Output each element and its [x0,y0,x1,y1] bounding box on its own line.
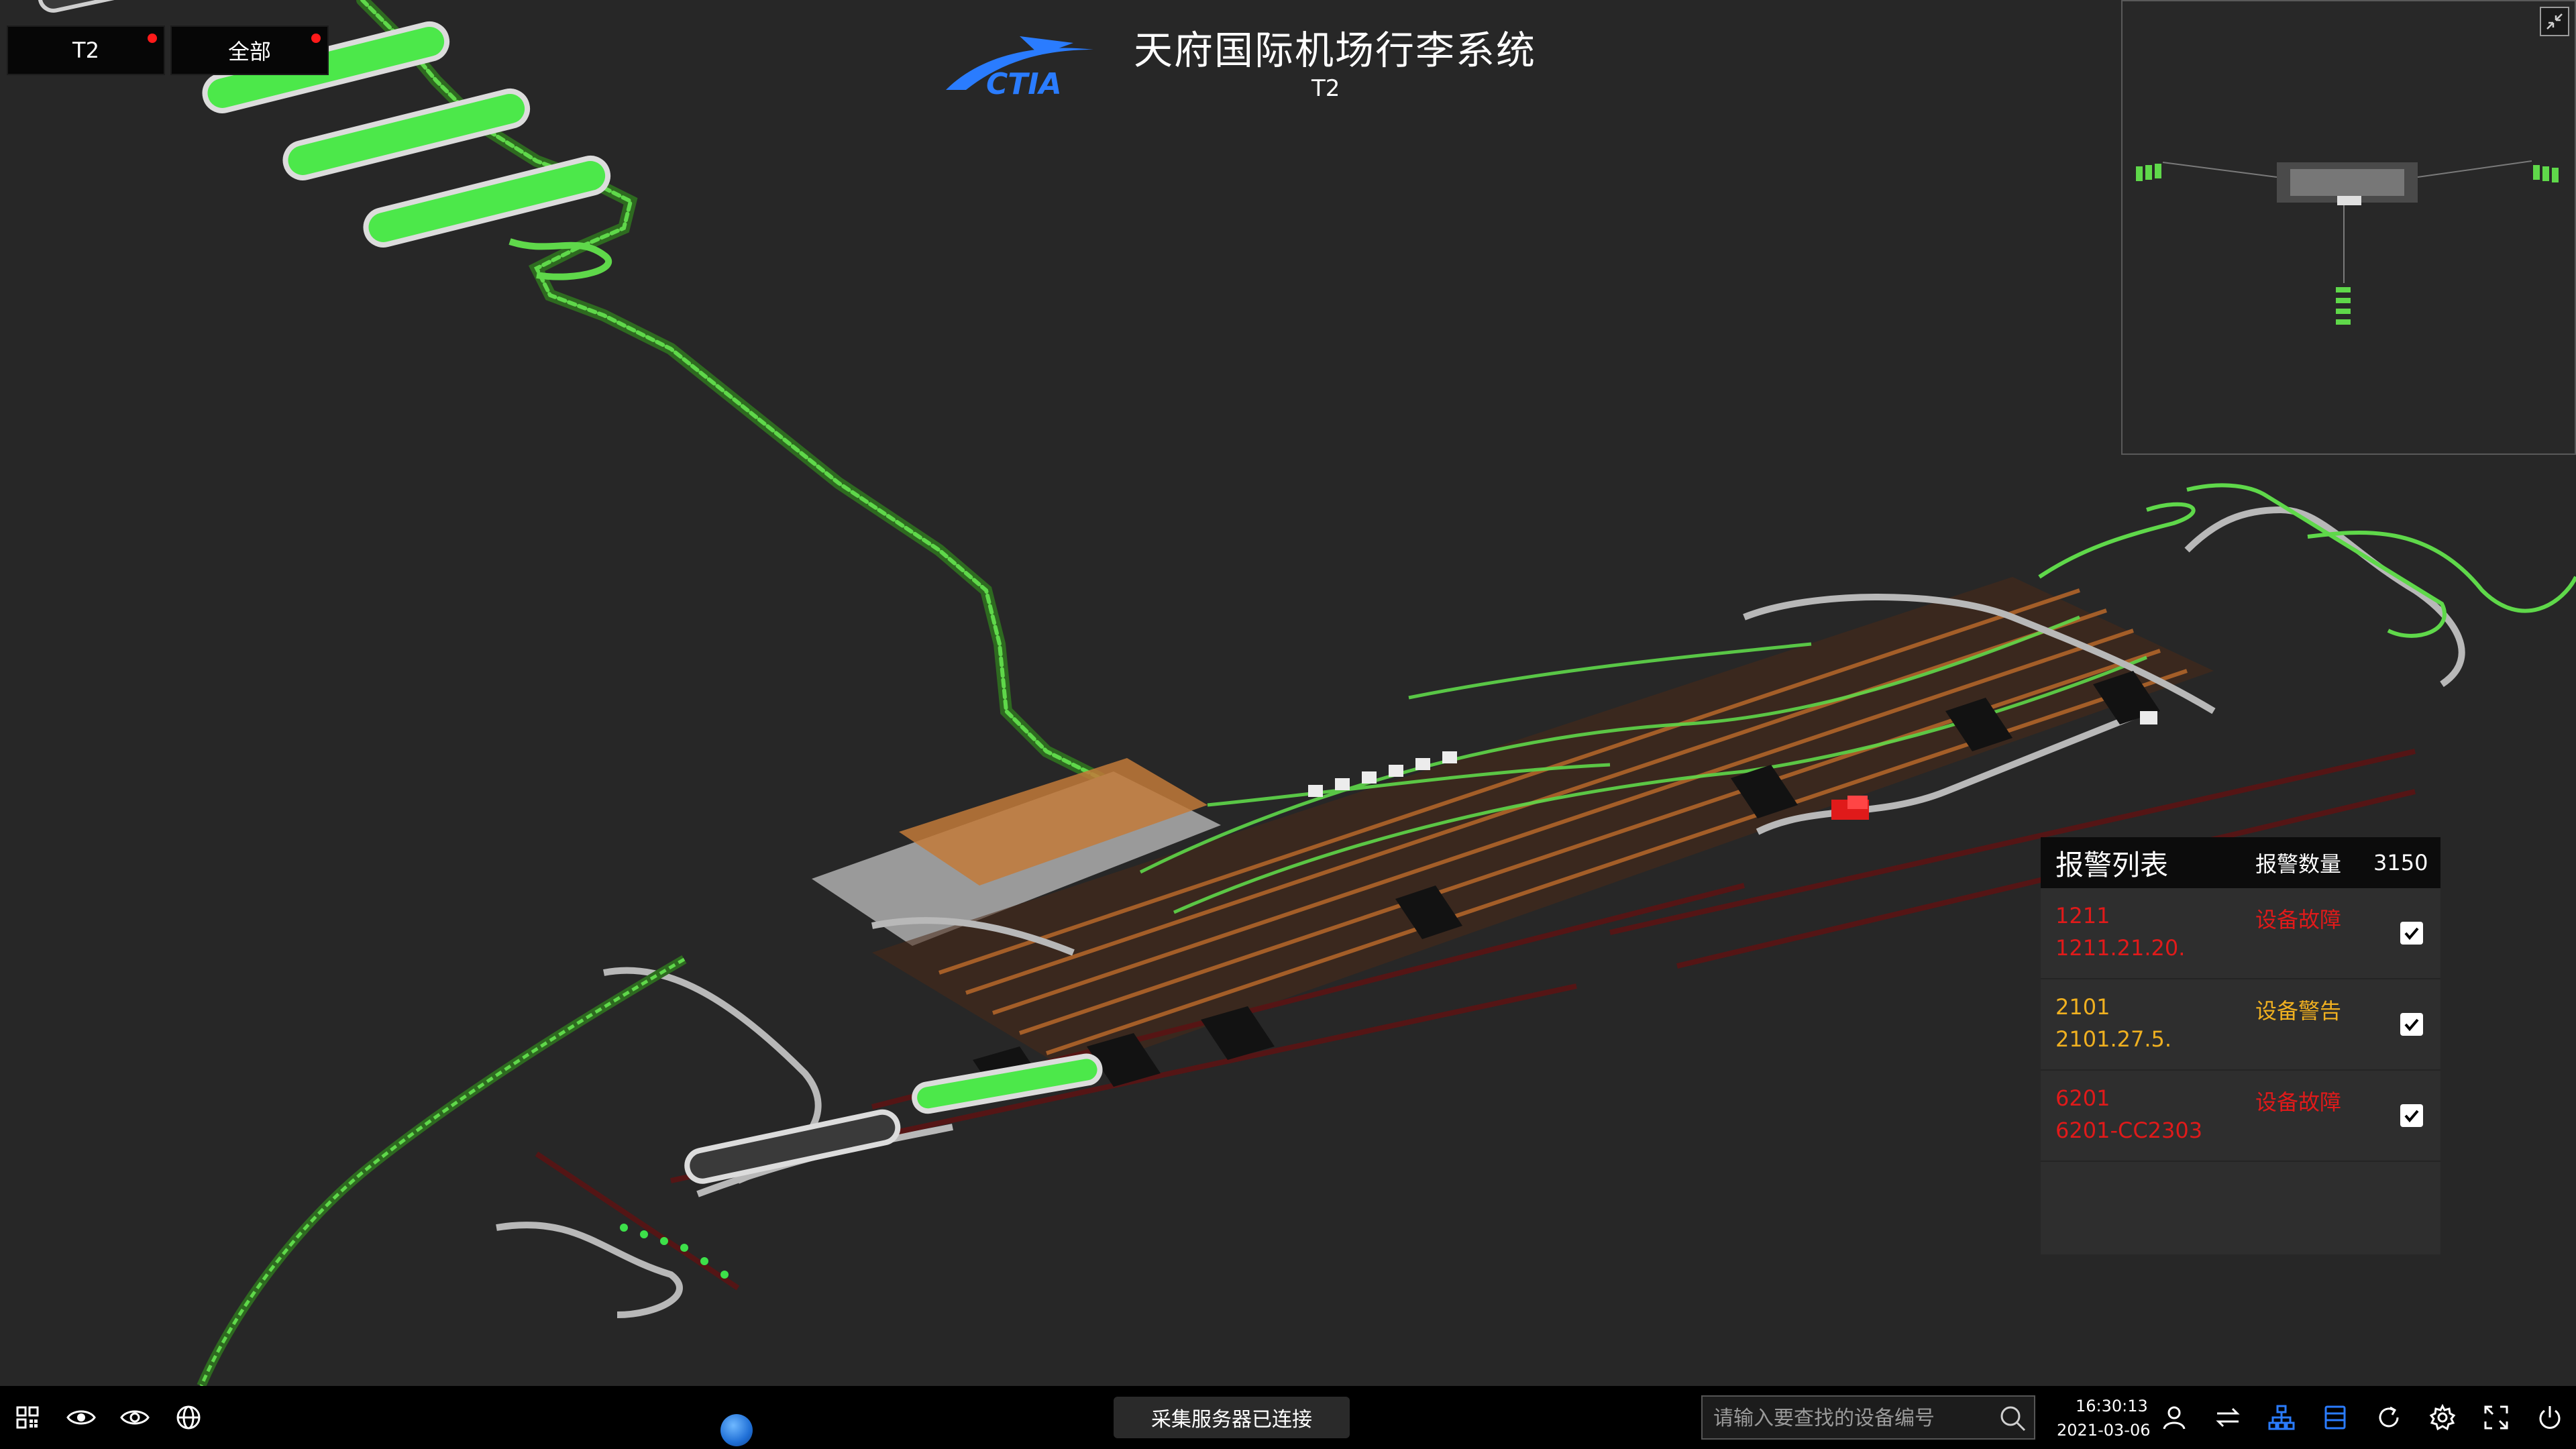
minimap-overview [2136,160,2559,325]
minimap-collapse-button[interactable] [2540,7,2569,36]
alarm-device-id: 1211.21.20. [2055,935,2186,961]
alarm-checkbox[interactable] [2400,1104,2423,1127]
ctia-logo: CTIA [946,36,1093,97]
refresh-icon[interactable] [2372,1401,2406,1434]
alarm-checkbox[interactable] [2400,1013,2423,1036]
filter-label: T2 [72,38,99,63]
filter-bar: T2 全部 [7,25,329,75]
grid-icon[interactable] [11,1401,44,1434]
alarm-panel-header: 报警列表 报警数量 3150 [2041,837,2440,888]
alarm-code: 1211 [2055,903,2110,928]
alarm-panel-title: 报警列表 [2055,848,2169,881]
alarm-row[interactable]: 2101 2101.27.5. 设备警告 [2041,979,2440,1071]
alarm-panel: 报警列表 报警数量 3150 1211 1211.21.20. 设备故障 210… [2041,837,2440,1254]
alert-dot [148,34,157,43]
alarm-count-label: 报警数量 [2255,851,2342,877]
app-title: 天府国际机场行李系统 [1134,28,1537,73]
list-icon[interactable] [2318,1401,2352,1434]
alarm-type: 设备故障 [2255,1089,2342,1115]
app-header: CTIA 天府国际机场行李系统 T2 [939,9,1543,103]
alarm-checkbox[interactable] [2400,922,2423,945]
clock-date: 2021-03-06 [2057,1421,2151,1440]
search-icon[interactable] [1998,1403,2027,1433]
power-icon[interactable] [2533,1401,2567,1434]
alarm-row[interactable]: 1211 1211.21.20. 设备故障 [2041,888,2440,979]
collapse-icon [2546,13,2563,30]
alarm-device-id: 2101.27.5. [2055,1026,2172,1052]
fullscreen-icon[interactable] [2479,1401,2513,1434]
alarm-code: 6201 [2055,1085,2110,1111]
logo-text: CTIA [986,67,1062,97]
app-subtitle: T2 [1311,75,1340,102]
settings-icon[interactable] [2426,1401,2459,1434]
alarm-type: 设备警告 [2255,998,2342,1024]
server-status: 采集服务器已连接 [1114,1397,1350,1438]
alarm-count: 3150 [2373,850,2428,875]
user-icon[interactable] [2157,1401,2191,1434]
3d-viewport[interactable]: T2 全部 CTIA 天府国际机场行李系统 T2 报警列表 报警数量 3150 … [0,0,2576,1386]
nav-compass-icon[interactable] [720,1414,753,1446]
bottom-toolbar: 采集服务器已连接 16:30:13 2021-03-06 [0,1386,2576,1449]
device-search-input[interactable] [1712,1397,1996,1440]
clock-time: 16:30:13 [2076,1397,2148,1415]
check-icon [2404,1018,2419,1032]
eye-outline-icon[interactable] [118,1401,152,1434]
alert-dot [311,34,321,43]
alarm-type: 设备故障 [2255,907,2342,932]
filter-label: 全部 [227,39,271,64]
swap-icon[interactable] [2211,1401,2245,1434]
check-icon [2404,1110,2419,1123]
globe-icon[interactable] [172,1401,205,1434]
minimap[interactable] [2121,0,2576,455]
filter-button-terminal[interactable]: T2 [7,25,165,75]
check-icon [2404,927,2419,941]
eye-icon[interactable] [64,1401,98,1434]
network-icon[interactable] [2265,1401,2298,1434]
alarm-device-id: 6201-CC2303 [2055,1118,2203,1143]
alarm-code: 2101 [2055,994,2110,1020]
device-search[interactable] [1701,1395,2035,1440]
alarm-row[interactable]: 6201 6201-CC2303 设备故障 [2041,1071,2440,1162]
filter-button-all[interactable]: 全部 [170,25,329,75]
